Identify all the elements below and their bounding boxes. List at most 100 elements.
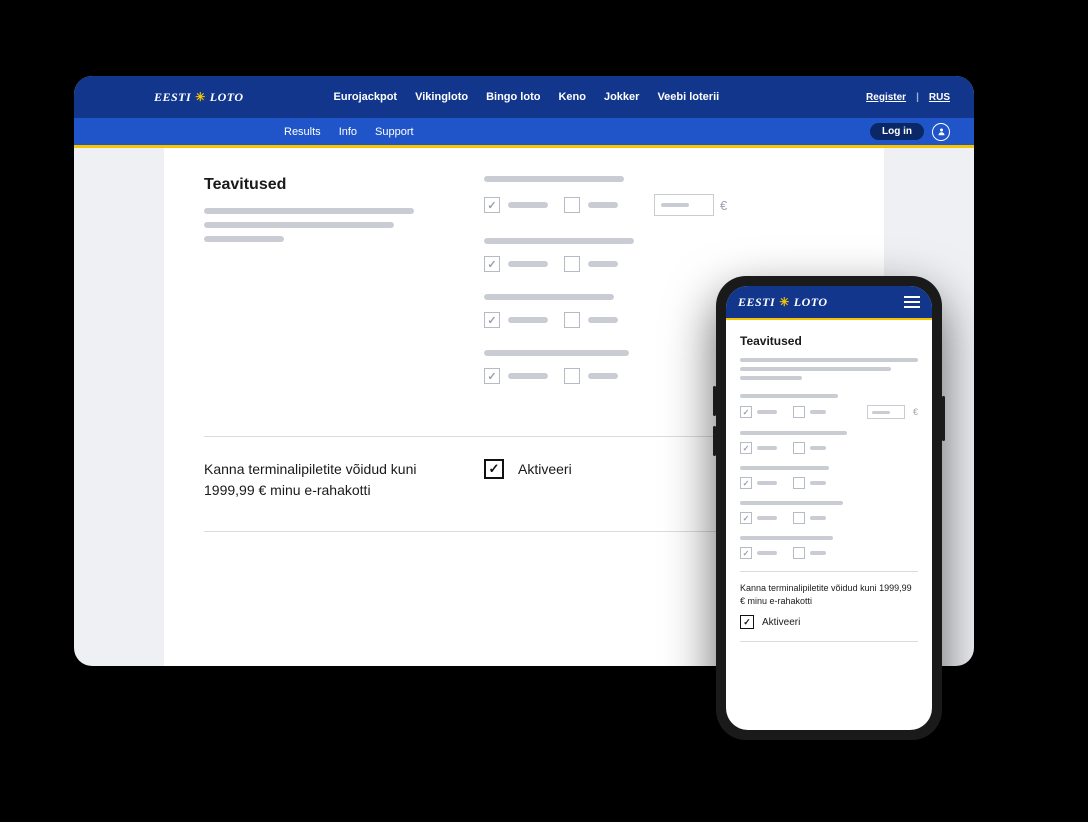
checkbox[interactable] <box>564 197 580 213</box>
placeholder-label <box>810 446 826 450</box>
placeholder-heading <box>740 394 838 398</box>
checkbox[interactable] <box>740 477 752 489</box>
nav-item[interactable]: Vikingloto <box>415 91 468 103</box>
checkbox[interactable] <box>740 406 752 418</box>
subnav-item[interactable]: Info <box>339 126 357 138</box>
activate-description: Kanna terminalipiletite võidud kuni 1999… <box>204 459 444 501</box>
page-title: Teavitused <box>204 176 444 194</box>
register-link[interactable]: Register <box>866 92 906 103</box>
desktop-header: EESTI ✳︎ LOTO Eurojackpot Vikingloto Bin… <box>74 76 974 118</box>
placeholder-label <box>588 317 618 323</box>
checkbox[interactable] <box>484 368 500 384</box>
checkbox[interactable] <box>564 368 580 384</box>
placeholder-label <box>508 373 548 379</box>
placeholder-label <box>588 202 618 208</box>
placeholder-label <box>757 516 777 520</box>
brand-logo[interactable]: EESTI ✳︎ LOTO <box>154 90 244 105</box>
mobile-content: Teavitused € <box>726 320 932 666</box>
phone-volume-up-button <box>713 386 716 416</box>
checkbox[interactable] <box>564 312 580 328</box>
nav-item[interactable]: Eurojackpot <box>334 91 398 103</box>
notification-block <box>740 431 918 454</box>
notification-block <box>740 501 918 524</box>
checkbox[interactable] <box>793 406 805 418</box>
brand-logo[interactable]: EESTI ✳︎ LOTO <box>738 295 828 310</box>
placeholder-text <box>740 376 802 380</box>
login-button[interactable]: Log in <box>870 123 924 140</box>
notification-block <box>484 238 844 272</box>
placeholder-label <box>508 202 548 208</box>
checkbox[interactable] <box>740 512 752 524</box>
checkbox[interactable] <box>793 547 805 559</box>
placeholder-heading <box>484 350 629 356</box>
checkbox[interactable] <box>484 256 500 272</box>
placeholder-label <box>810 481 826 485</box>
activate-checkbox[interactable] <box>484 459 504 479</box>
checkbox[interactable] <box>484 197 500 213</box>
amount-input[interactable] <box>654 194 714 216</box>
activate-checkbox[interactable] <box>740 615 754 629</box>
brand-part2: LOTO <box>794 295 828 310</box>
page-title: Teavitused <box>740 334 918 348</box>
brand-part2: LOTO <box>210 90 244 105</box>
placeholder-heading <box>484 176 624 182</box>
placeholder-label <box>810 551 826 555</box>
placeholder-text <box>204 222 394 228</box>
brand-part1: EESTI <box>738 295 775 310</box>
language-link[interactable]: RUS <box>929 92 950 103</box>
checkbox[interactable] <box>564 256 580 272</box>
mobile-header: EESTI ✳︎ LOTO <box>726 286 932 320</box>
placeholder-text <box>204 208 414 214</box>
primary-nav: Eurojackpot Vikingloto Bingo loto Keno J… <box>334 91 720 103</box>
checkbox[interactable] <box>793 512 805 524</box>
divider <box>740 641 918 642</box>
placeholder-text <box>204 236 284 242</box>
nav-item[interactable]: Keno <box>558 91 586 103</box>
user-icon[interactable] <box>932 123 950 141</box>
checkbox[interactable] <box>793 477 805 489</box>
phone-power-button <box>942 396 945 441</box>
checkbox[interactable] <box>484 312 500 328</box>
mobile-preview: EESTI ✳︎ LOTO Teavitused <box>716 276 942 740</box>
placeholder-text <box>740 358 918 362</box>
currency-symbol: € <box>913 407 918 417</box>
activate-label: Aktiveeri <box>762 617 800 628</box>
notification-block: € <box>740 394 918 419</box>
placeholder-label <box>508 261 548 267</box>
placeholder-heading <box>484 238 634 244</box>
brand-flower-icon: ✳︎ <box>779 295 790 310</box>
activate-label: Aktiveeri <box>518 461 572 477</box>
placeholder-heading <box>740 501 843 505</box>
phone-volume-down-button <box>713 426 716 456</box>
activate-description: Kanna terminalipiletite võidud kuni 1999… <box>740 582 918 607</box>
nav-item[interactable]: Jokker <box>604 91 639 103</box>
checkbox[interactable] <box>740 442 752 454</box>
placeholder-heading <box>740 536 833 540</box>
nav-item[interactable]: Bingo loto <box>486 91 540 103</box>
divider <box>740 571 918 572</box>
placeholder-heading <box>740 466 829 470</box>
placeholder-label <box>757 446 777 450</box>
separator: | <box>916 92 919 103</box>
desktop-subnav: Results Info Support Log in <box>74 118 974 148</box>
hamburger-menu-icon[interactable] <box>904 296 920 308</box>
notification-block: € <box>484 176 844 216</box>
brand-flower-icon: ✳︎ <box>195 90 206 105</box>
checkbox[interactable] <box>740 547 752 559</box>
checkbox[interactable] <box>793 442 805 454</box>
subnav-item[interactable]: Support <box>375 126 414 138</box>
placeholder-label <box>757 551 777 555</box>
notification-block <box>740 536 918 559</box>
login-area: Log in <box>870 123 950 141</box>
placeholder-label <box>810 516 826 520</box>
placeholder-label <box>508 317 548 323</box>
currency-symbol: € <box>720 198 727 213</box>
placeholder-label <box>757 481 777 485</box>
brand-part1: EESTI <box>154 90 191 105</box>
placeholder-label <box>588 373 618 379</box>
placeholder-heading <box>740 431 847 435</box>
nav-item[interactable]: Veebi loterii <box>657 91 719 103</box>
placeholder-label <box>810 410 826 414</box>
subnav-item[interactable]: Results <box>284 126 321 138</box>
amount-input[interactable] <box>867 405 905 419</box>
